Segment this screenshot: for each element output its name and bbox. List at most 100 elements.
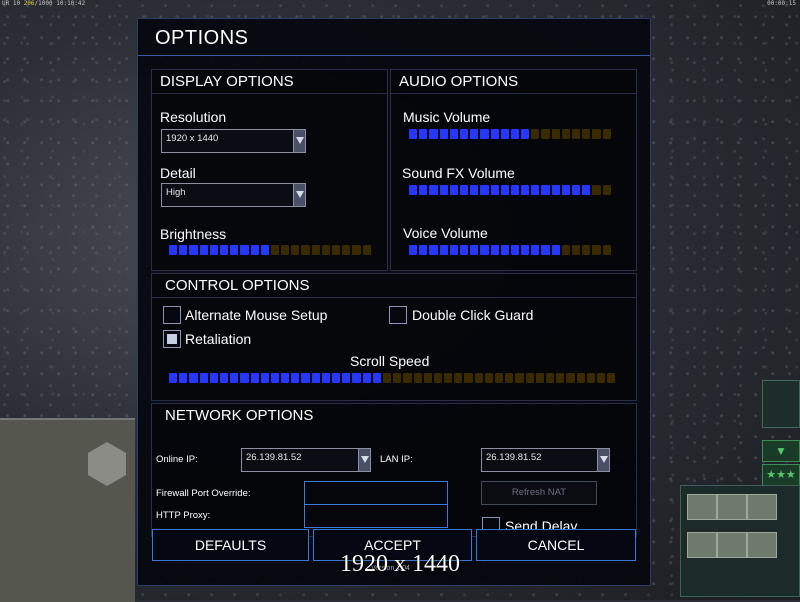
slider-segment: [510, 185, 520, 195]
slider-segment: [572, 245, 581, 255]
detail-label: Detail: [160, 165, 196, 181]
retaliation-checkbox[interactable]: [163, 330, 181, 348]
slider-segment: [301, 373, 310, 383]
audio-options-panel: AUDIO OPTIONS Music Volume Sound FX Volu…: [390, 69, 637, 271]
firewall-port-label: Firewall Port Override:: [156, 488, 251, 499]
slider-segment: [301, 245, 310, 255]
slider-segment: [429, 129, 438, 139]
slider-segment: [470, 185, 479, 195]
build-queue-panel: [680, 485, 800, 597]
slider-segment: [500, 129, 509, 139]
sfx-volume-slider[interactable]: [409, 185, 611, 196]
slider-segment: [250, 245, 259, 255]
slider-segment: [439, 185, 448, 195]
chevron-down-icon[interactable]: [597, 449, 609, 471]
firewall-port-field[interactable]: [304, 481, 448, 505]
slider-segment: [454, 373, 463, 383]
slider-segment: [541, 129, 550, 139]
build-slot[interactable]: [687, 494, 717, 520]
slider-segment: [551, 185, 560, 195]
chevron-down-icon[interactable]: [293, 184, 305, 206]
options-dialog: OPTIONS DISPLAY OPTIONS Resolution 1920 …: [137, 18, 651, 586]
slider-segment: [321, 373, 330, 383]
panel-title: DISPLAY OPTIONS: [160, 73, 294, 90]
slider-segment: [169, 373, 178, 383]
http-proxy-field[interactable]: [304, 504, 448, 528]
online-ip-dropdown[interactable]: 26.139.81.52: [241, 448, 371, 472]
slider-segment: [490, 129, 499, 139]
slider-segment: [199, 245, 208, 255]
satellite-icon[interactable]: [762, 380, 800, 428]
slider-segment: [433, 373, 443, 383]
music-volume-slider[interactable]: [409, 129, 611, 140]
lan-ip-dropdown[interactable]: 26.139.81.52: [481, 448, 610, 472]
hud-stats: UR 10 206/1000 10:10:42: [2, 0, 86, 7]
online-ip-value: 26.139.81.52: [246, 452, 302, 463]
slider-segment: [260, 245, 269, 255]
slider-segment: [291, 373, 300, 383]
panel-title: CONTROL OPTIONS: [165, 277, 310, 294]
slider-segment: [449, 129, 458, 139]
slider-segment: [607, 373, 616, 383]
slider-segment: [535, 373, 544, 383]
slider-segment: [382, 373, 392, 383]
build-slot[interactable]: [747, 494, 777, 520]
slider-segment: [521, 129, 530, 139]
lan-ip-label: LAN IP:: [380, 454, 413, 465]
brightness-label: Brightness: [160, 226, 227, 242]
slider-segment: [470, 245, 479, 255]
slider-segment: [270, 245, 280, 255]
slider-segment: [551, 129, 560, 139]
slider-segment: [403, 373, 412, 383]
slider-segment: [281, 373, 290, 383]
scroll-speed-slider[interactable]: [169, 373, 616, 384]
build-slot[interactable]: [717, 494, 747, 520]
slider-segment: [592, 185, 601, 195]
slider-segment: [551, 245, 560, 255]
brightness-slider[interactable]: [169, 245, 371, 256]
slider-segment: [582, 129, 591, 139]
slider-segment: [592, 245, 601, 255]
slider-segment: [219, 245, 229, 255]
slider-segment: [495, 373, 504, 383]
sfx-volume-label: Sound FX Volume: [402, 165, 515, 181]
chevron-down-icon[interactable]: [358, 449, 370, 471]
alt-mouse-checkbox[interactable]: [163, 306, 181, 324]
slider-segment: [230, 245, 239, 255]
slider-segment: [490, 245, 499, 255]
slider-segment: [270, 373, 280, 383]
slider-segment: [521, 185, 530, 195]
slider-segment: [596, 373, 606, 383]
slider-segment: [510, 245, 520, 255]
slider-segment: [459, 245, 469, 255]
slider-segment: [439, 245, 448, 255]
slider-segment: [490, 185, 499, 195]
voice-volume-slider[interactable]: [409, 245, 611, 256]
slider-segment: [480, 129, 489, 139]
slider-segment: [169, 245, 178, 255]
double-click-checkbox[interactable]: [389, 306, 407, 324]
slider-segment: [189, 245, 198, 255]
slider-segment: [352, 373, 361, 383]
chevron-down-icon[interactable]: [293, 130, 305, 152]
slider-segment: [521, 245, 530, 255]
resolution-value: 1920 x 1440: [166, 133, 219, 144]
slider-segment: [179, 245, 188, 255]
slider-segment: [525, 373, 534, 383]
resolution-dropdown[interactable]: 1920 x 1440: [161, 129, 306, 153]
slider-segment: [439, 129, 448, 139]
slider-segment: [545, 373, 555, 383]
lan-ip-value: 26.139.81.52: [486, 452, 542, 463]
refresh-nat-button[interactable]: Refresh NAT: [481, 481, 597, 505]
slider-segment: [510, 129, 520, 139]
rank-stars-icon[interactable]: ★★★: [762, 464, 800, 486]
detail-dropdown[interactable]: High: [161, 183, 306, 207]
slider-segment: [332, 373, 341, 383]
slider-segment: [409, 129, 418, 139]
chevron-down-icon[interactable]: ▼: [762, 440, 800, 462]
slider-segment: [561, 185, 570, 195]
slider-segment: [566, 373, 575, 383]
slider-segment: [582, 245, 591, 255]
slider-segment: [419, 185, 428, 195]
slider-segment: [372, 373, 381, 383]
